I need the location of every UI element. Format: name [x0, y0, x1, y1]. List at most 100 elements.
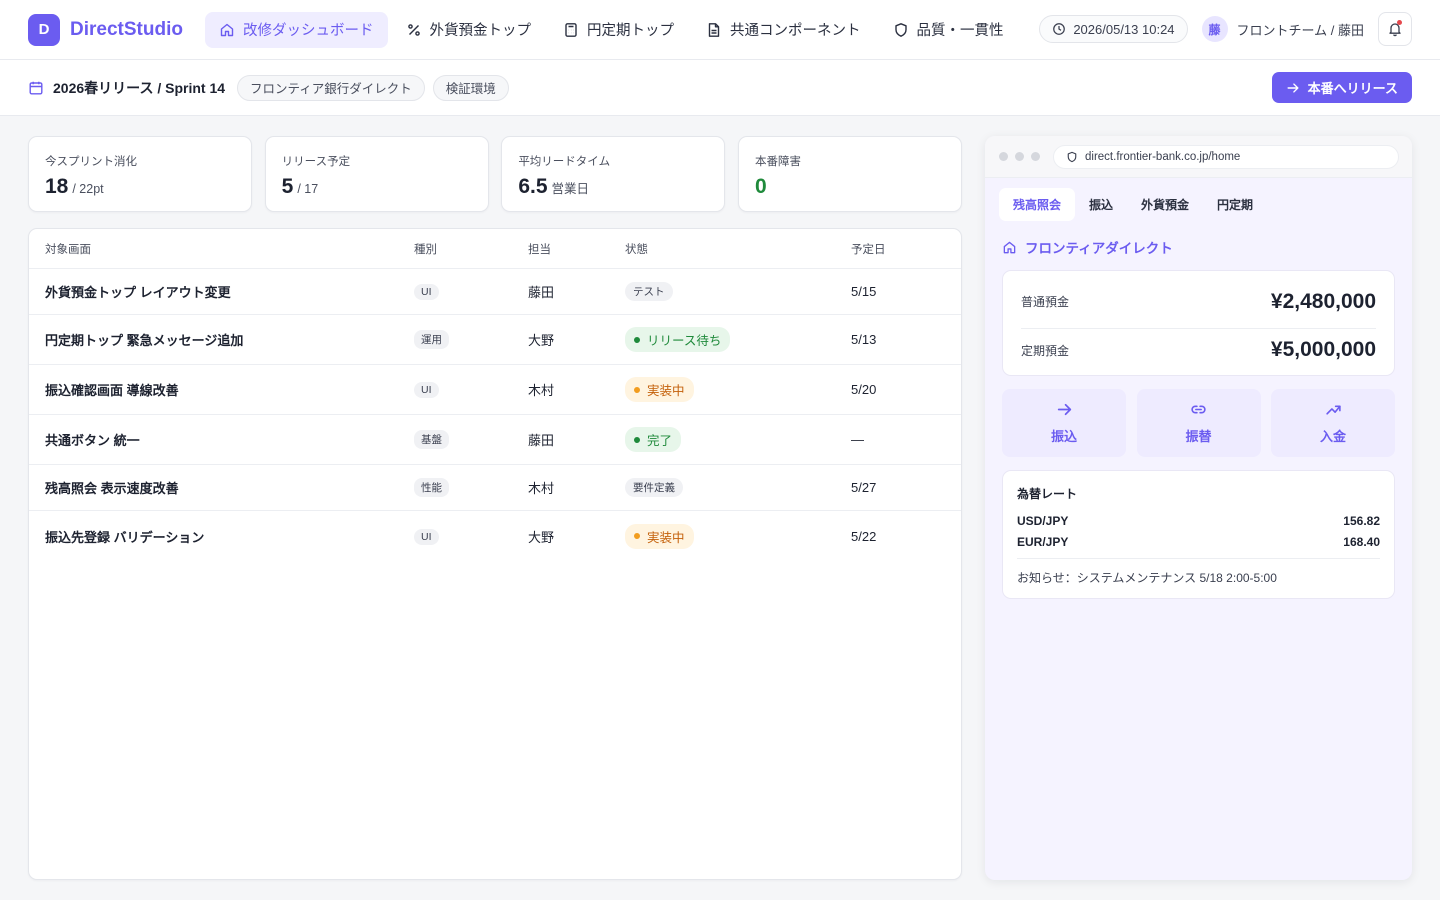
user-menu[interactable]: 藤 フロントチーム / 藤田	[1201, 16, 1364, 42]
column-header-owner[interactable]: 担当	[528, 241, 625, 257]
balance-row: 普通預金 ¥2,480,000	[1021, 275, 1376, 328]
stat-unit: 営業日	[551, 182, 590, 196]
arrow-right-icon	[1287, 82, 1299, 93]
cell-screen: 共通ボタン 統一	[45, 433, 140, 448]
column-header-screen[interactable]: 対象画面	[29, 241, 414, 257]
balance-card: 普通預金 ¥2,480,000 定期預金 ¥5,000,000	[1002, 270, 1395, 376]
stats-row: 今スプリント消化 18/ 22pt リリース予定 5/ 17 平均リードタイム …	[28, 136, 962, 212]
nav-item-fx-top[interactable]: 外貨預金トップ	[392, 12, 546, 48]
column-header-type[interactable]: 種別	[414, 241, 528, 257]
nav-item-dashboard[interactable]: 改修ダッシュボード	[205, 11, 388, 48]
sprint-title: 2026春リリース / Sprint 14	[28, 78, 225, 98]
nav-item-components[interactable]: 共通コンポーネント	[692, 12, 875, 48]
cell-owner: 藤田	[528, 285, 555, 300]
cell-date: 5/27	[851, 480, 877, 495]
main-nav: 改修ダッシュボード 外貨預金トップ 円定期トップ 共通コンポーネント 品質・一貫…	[205, 11, 1022, 48]
status-badge: 要件定義	[625, 478, 683, 497]
stat-label: 平均リードタイム	[518, 156, 611, 168]
header-right: 2026/05/13 10:24 藤 フロントチーム / 藤田	[1039, 12, 1412, 46]
balance-label: 定期預金	[1021, 343, 1070, 358]
table-row[interactable]: 外貨預金トップ レイアウト変更 UI 藤田 テスト 5/15	[29, 269, 961, 315]
app-logo[interactable]: D DirectStudio	[28, 13, 205, 46]
status-badge: 実装中	[625, 523, 694, 549]
avatar: 藤	[1201, 16, 1228, 42]
nav-label: 品質・一貫性	[916, 23, 1004, 39]
notifications-button[interactable]	[1378, 12, 1412, 46]
home-icon	[1003, 241, 1016, 253]
action-label: 振込	[1050, 429, 1077, 444]
window-dots	[999, 152, 1047, 161]
cell-owner: 大野	[528, 333, 555, 348]
nav-item-quality[interactable]: 品質・一貫性	[879, 12, 1018, 48]
stat-value: 0	[754, 175, 767, 198]
type-tag: UI	[414, 528, 439, 545]
cell-owner: 大野	[528, 529, 555, 545]
column-header-status[interactable]: 状態	[625, 241, 851, 257]
rate-value: 156.82	[1343, 513, 1380, 528]
tab-balance[interactable]: 残高照会	[999, 188, 1076, 221]
nav-item-time-deposit-top[interactable]: 円定期トップ	[549, 12, 688, 48]
release-to-production-button[interactable]: 本番へリリース	[1271, 72, 1412, 103]
stat-unit: / 17	[297, 182, 319, 196]
home-icon	[220, 23, 234, 36]
stat-card-sprint-points: 今スプリント消化 18/ 22pt	[28, 136, 252, 212]
table-row[interactable]: 振込確認画面 導線改善 UI 木村 実装中 5/20	[29, 365, 961, 415]
deposit-action-button[interactable]: 入金	[1271, 389, 1395, 457]
shield-icon	[894, 22, 907, 37]
rate-row: EUR/JPY 168.40	[1017, 531, 1380, 552]
rate-row: USD/JPY 156.82	[1017, 510, 1380, 531]
status-label: 完了	[647, 434, 673, 448]
maintenance-notice[interactable]: お知らせ：システムメンテナンス 5/18 2:00-5:00	[1017, 558, 1380, 586]
task-table: 対象画面 種別 担当 状態 予定日 外貨預金トップ レイアウト変更 UI 藤田 …	[28, 228, 962, 880]
stat-card-lead-time: 平均リードタイム 6.5 営業日	[501, 136, 726, 212]
logo-mark: D	[28, 13, 60, 46]
transfer-action-button[interactable]: 振込	[1002, 389, 1126, 457]
type-tag: 運用	[414, 330, 449, 349]
table-row[interactable]: 振込先登録 バリデーション UI 大野 実装中 5/22	[29, 511, 961, 561]
cell-date: 5/22	[851, 528, 877, 544]
browser-bar: direct.frontier-bank.co.jp/home	[985, 136, 1412, 178]
cell-date: 5/13	[851, 332, 877, 347]
action-label: 入金	[1319, 429, 1346, 444]
tab-transfer[interactable]: 振込	[1075, 188, 1127, 221]
status-dot	[634, 436, 640, 443]
rates-title: 為替レート	[1017, 487, 1078, 501]
cell-owner: 木村	[528, 383, 555, 398]
cell-owner: 木村	[528, 481, 555, 496]
cell-screen: 残高照会 表示速度改善	[45, 481, 179, 496]
datetime-text: 2026/05/13 10:24	[1073, 21, 1175, 37]
stat-value: 5	[281, 175, 294, 198]
status-badge: 完了	[625, 427, 682, 452]
table-row[interactable]: 残高照会 表示速度改善 性能 木村 要件定義 5/27	[29, 465, 961, 511]
cell-date: 5/15	[851, 284, 877, 299]
bank-chip[interactable]: フロンティア銀行ダイレクト	[237, 74, 425, 101]
tab-time-deposit[interactable]: 円定期	[1203, 188, 1267, 221]
trend-up-icon	[1325, 405, 1341, 415]
environment-chip[interactable]: 検証環境	[432, 74, 509, 101]
release-button-label: 本番へリリース	[1307, 81, 1398, 96]
sprint-bar: 2026春リリース / Sprint 14 フロンティア銀行ダイレクト 検証環境…	[0, 60, 1440, 116]
status-dot	[634, 336, 640, 343]
nav-label: 改修ダッシュボード	[243, 23, 374, 39]
stat-unit: / 22pt	[72, 182, 104, 196]
tab-fx-deposit[interactable]: 外貨預金	[1127, 188, 1203, 221]
top-bar: D DirectStudio 改修ダッシュボード 外貨預金トップ 円定期トップ …	[0, 0, 1440, 60]
site-preview-panel: direct.frontier-bank.co.jp/home 残高照会 振込 …	[985, 136, 1412, 880]
account-transfer-action-button[interactable]: 振替	[1136, 389, 1261, 457]
status-badge: リリース待ち	[625, 327, 731, 352]
notification-dot	[1397, 20, 1402, 25]
arrow-right-icon	[1057, 403, 1071, 416]
table-row[interactable]: 共通ボタン 統一 基盤 藤田 完了 —	[29, 415, 961, 465]
cell-screen: 外貨預金トップ レイアウト変更	[45, 285, 231, 300]
table-header: 対象画面 種別 担当 状態 予定日	[29, 229, 961, 269]
column-header-date[interactable]: 予定日	[851, 241, 941, 257]
balance-label: 普通預金	[1021, 295, 1070, 309]
type-tag: UI	[414, 382, 439, 398]
calculator-icon	[565, 22, 577, 37]
url-bar[interactable]: direct.frontier-bank.co.jp/home	[1053, 144, 1399, 169]
type-tag: 基盤	[414, 430, 449, 449]
stat-card-release-planned: リリース予定 5/ 17	[264, 136, 489, 212]
table-row[interactable]: 円定期トップ 緊急メッセージ追加 運用 大野 リリース待ち 5/13	[29, 315, 961, 365]
rate-pair: EUR/JPY	[1017, 534, 1069, 549]
cell-date: 5/20	[851, 382, 877, 397]
